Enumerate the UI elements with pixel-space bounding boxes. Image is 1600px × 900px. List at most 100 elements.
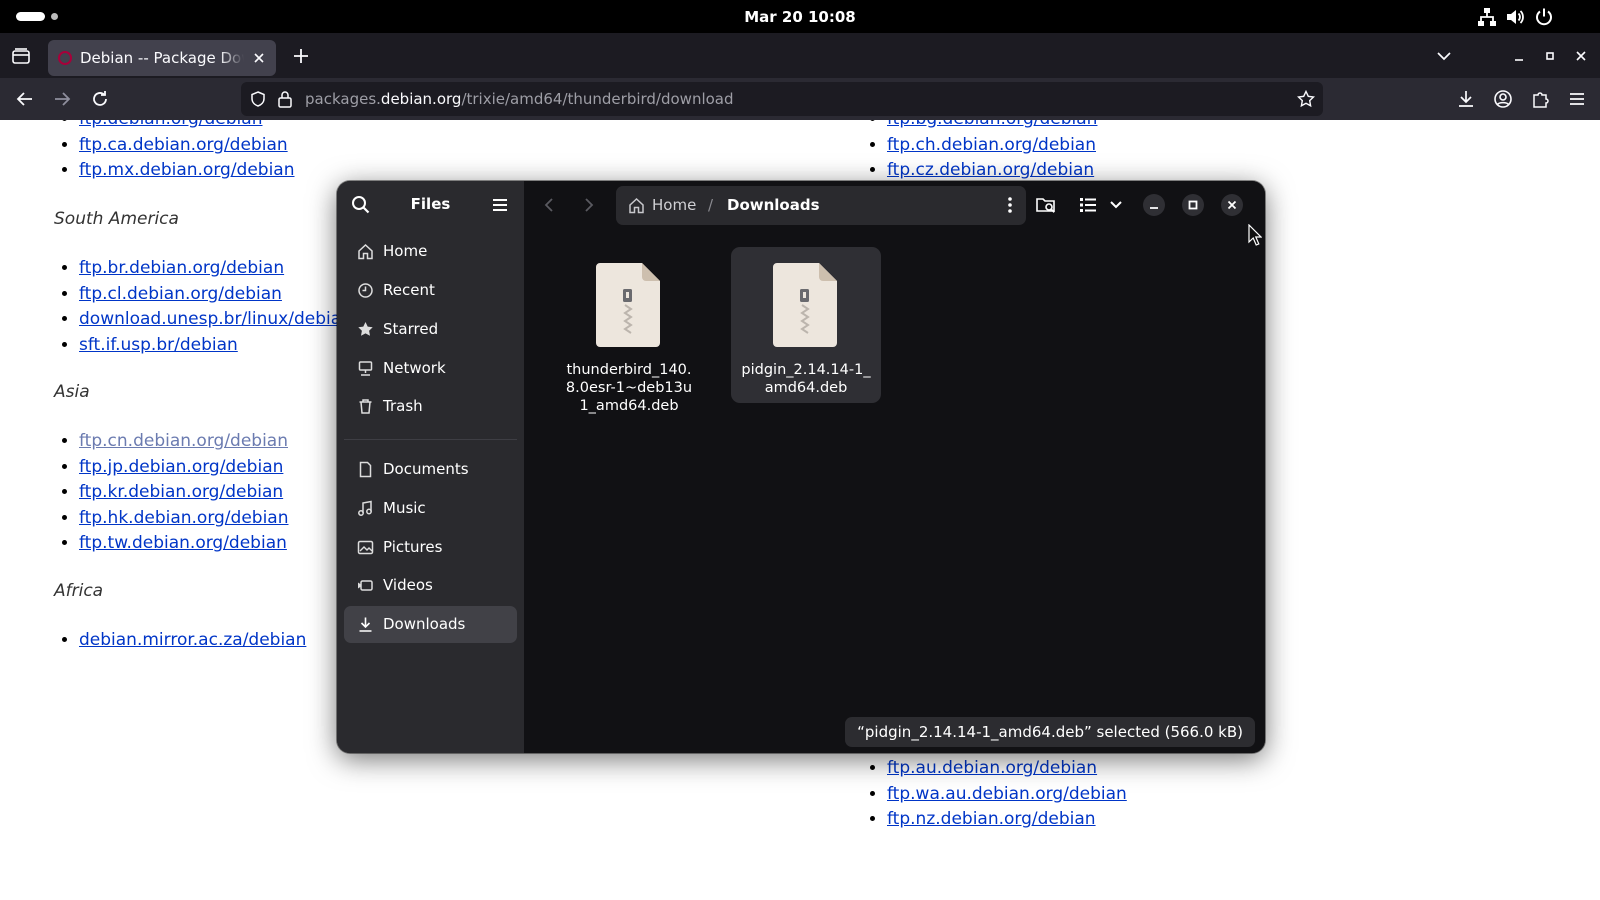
mirror-link[interactable]: ftp.jp.debian.org/debian — [79, 457, 283, 477]
list-all-tabs-chevron-icon[interactable] — [1433, 45, 1455, 67]
mirror-link[interactable]: ftp.wa.au.debian.org/debian — [887, 784, 1127, 804]
tab-overview-icon[interactable] — [10, 45, 32, 67]
files-window: Files Home Recent Starred Network Trash … — [337, 181, 1265, 753]
package-archive-icon — [596, 263, 660, 347]
sidebar-item-label: Home — [383, 242, 428, 260]
mirror-link[interactable]: ftp.kr.debian.org/debian — [79, 482, 283, 502]
mirror-link[interactable]: ftp.hk.debian.org/debian — [79, 508, 289, 528]
mirror-link[interactable]: ftp.ch.debian.org/debian — [887, 135, 1096, 155]
path-segment-current[interactable]: Downloads — [727, 196, 820, 214]
browser-nav-bar: packages.debian.org/trixie/amd64/thunder… — [0, 78, 1600, 120]
gnome-top-bar: Mar 20 10:08 — [0, 0, 1600, 33]
music-icon — [358, 500, 372, 516]
mirror-link[interactable]: ftp.debian.org/debian — [79, 120, 262, 129]
document-icon — [359, 461, 372, 478]
view-options-chevron-icon[interactable] — [1105, 194, 1127, 216]
sidebar-item-trash[interactable]: Trash — [344, 388, 517, 425]
url-text[interactable]: packages.debian.org/trixie/amd64/thunder… — [305, 90, 734, 108]
mirror-link[interactable]: ftp.tw.debian.org/debian — [79, 533, 287, 553]
home-icon[interactable] — [628, 197, 645, 214]
lock-icon[interactable] — [277, 90, 293, 108]
region-heading-asia: Asia — [54, 382, 90, 402]
files-main-view: Home / Downloads thunderbird_140.8.0esr-… — [524, 181, 1265, 753]
sidebar-item-home[interactable]: Home — [344, 233, 517, 270]
sidebar-item-starred[interactable]: Starred — [344, 311, 517, 348]
path-segment-home[interactable]: Home — [652, 196, 696, 214]
browser-tab-bar: Debian -- Package Download — [0, 33, 1600, 78]
region-heading-south-america: South America — [54, 209, 179, 229]
sidebar-item-label: Videos — [383, 576, 433, 594]
file-item-thunderbird[interactable]: thunderbird_140.8.0esr-1~deb13u1_amd64.d… — [554, 247, 704, 414]
mirror-link[interactable]: ftp.br.debian.org/debian — [79, 258, 284, 278]
files-sidebar: Files Home Recent Starred Network Trash … — [337, 181, 524, 753]
mirror-list-right-top: ftp.bg.debian.org/debian ftp.ch.debian.o… — [862, 120, 1097, 184]
sidebar-item-label: Pictures — [383, 538, 443, 556]
power-icon[interactable] — [1534, 7, 1554, 27]
path-bar[interactable]: Home / Downloads — [616, 186, 1026, 225]
file-item-pidgin[interactable]: pidgin_2.14.14-1_amd64.deb — [731, 247, 881, 403]
mirror-link[interactable]: ftp.mx.debian.org/debian — [79, 160, 295, 180]
mirror-list-europe-north-america: ftp.debian.org/debian ftp.ca.debian.org/… — [54, 120, 295, 184]
network-icon[interactable] — [1477, 7, 1497, 27]
extensions-puzzle-icon[interactable] — [1529, 88, 1551, 110]
back-chevron-icon[interactable] — [538, 194, 560, 216]
sidebar-item-pictures[interactable]: Pictures — [344, 529, 517, 566]
list-item: download.unesp.br/linux/debian — [79, 307, 352, 333]
home-icon — [358, 243, 373, 260]
sidebar-item-music[interactable]: Music — [344, 490, 517, 527]
list-view-icon[interactable] — [1077, 194, 1099, 216]
mirror-link[interactable]: debian.mirror.ac.za/debian — [79, 630, 306, 650]
list-item: ftp.ch.debian.org/debian — [887, 133, 1097, 159]
window-minimize-icon[interactable] — [1143, 194, 1165, 216]
sidebar-item-network[interactable]: Network — [344, 350, 517, 387]
window-maximize-icon[interactable] — [1182, 194, 1204, 216]
network-drive-icon — [358, 361, 373, 376]
downloads-icon[interactable] — [1455, 88, 1477, 110]
window-maximize-icon[interactable] — [1539, 45, 1561, 67]
window-minimize-icon[interactable] — [1508, 45, 1530, 67]
new-tab-plus-icon[interactable] — [290, 45, 312, 67]
forward-chevron-icon[interactable] — [578, 194, 600, 216]
mirror-link[interactable]: ftp.cz.debian.org/debian — [887, 160, 1094, 180]
main-menu-icon[interactable] — [489, 194, 511, 216]
sidebar-item-videos[interactable]: Videos — [344, 567, 517, 604]
tab-close-icon[interactable] — [250, 49, 268, 67]
clock[interactable]: Mar 20 10:08 — [0, 8, 1600, 26]
list-item: ftp.nz.debian.org/debian — [887, 807, 1127, 833]
forward-arrow-icon[interactable] — [51, 88, 73, 110]
hamburger-menu-icon[interactable] — [1566, 88, 1588, 110]
shield-icon[interactable] — [249, 90, 267, 108]
mirror-list-south-america: ftp.br.debian.org/debian ftp.cl.debian.o… — [54, 256, 352, 358]
search-folder-icon[interactable] — [1035, 194, 1057, 216]
url-bar[interactable]: packages.debian.org/trixie/amd64/thunder… — [241, 82, 1323, 116]
window-close-icon[interactable] — [1221, 194, 1243, 216]
bookmark-star-icon[interactable] — [1297, 90, 1315, 108]
back-arrow-icon[interactable] — [14, 88, 36, 110]
kebab-menu-icon[interactable] — [1000, 195, 1020, 215]
mirror-list-africa: debian.mirror.ac.za/debian — [54, 628, 306, 654]
mirror-link[interactable]: ftp.nz.debian.org/debian — [887, 809, 1096, 829]
mirror-list-asia: ftp.cn.debian.org/debian ftp.jp.debian.o… — [54, 429, 289, 557]
sidebar-separator — [344, 439, 517, 440]
path-separator: / — [708, 196, 714, 214]
sidebar-item-recent[interactable]: Recent — [344, 272, 517, 309]
volume-icon[interactable] — [1505, 7, 1525, 27]
sidebar-item-label: Network — [383, 359, 446, 377]
list-item: ftp.jp.debian.org/debian — [79, 455, 289, 481]
account-icon[interactable] — [1492, 88, 1514, 110]
mirror-link[interactable]: sft.if.usp.br/debian — [79, 335, 238, 355]
mirror-link[interactable]: ftp.cn.debian.org/debian — [79, 431, 288, 451]
mirror-link[interactable]: download.unesp.br/linux/debian — [79, 309, 352, 329]
file-name: thunderbird_140.8.0esr-1~deb13u1_amd64.d… — [565, 362, 693, 414]
browser-tab-active[interactable]: Debian -- Package Download — [48, 40, 276, 76]
mirror-link[interactable]: ftp.bg.debian.org/debian — [887, 120, 1097, 129]
reload-icon[interactable] — [89, 88, 111, 110]
mirror-link[interactable]: ftp.au.debian.org/debian — [887, 758, 1097, 778]
sidebar-item-downloads[interactable]: Downloads — [344, 606, 517, 643]
mirror-link[interactable]: ftp.ca.debian.org/debian — [79, 135, 288, 155]
list-item: ftp.ca.debian.org/debian — [79, 133, 295, 159]
sidebar-item-documents[interactable]: Documents — [344, 451, 517, 488]
mirror-link[interactable]: ftp.cl.debian.org/debian — [79, 284, 282, 304]
list-item: ftp.hk.debian.org/debian — [79, 506, 289, 532]
window-close-icon[interactable] — [1570, 45, 1592, 67]
